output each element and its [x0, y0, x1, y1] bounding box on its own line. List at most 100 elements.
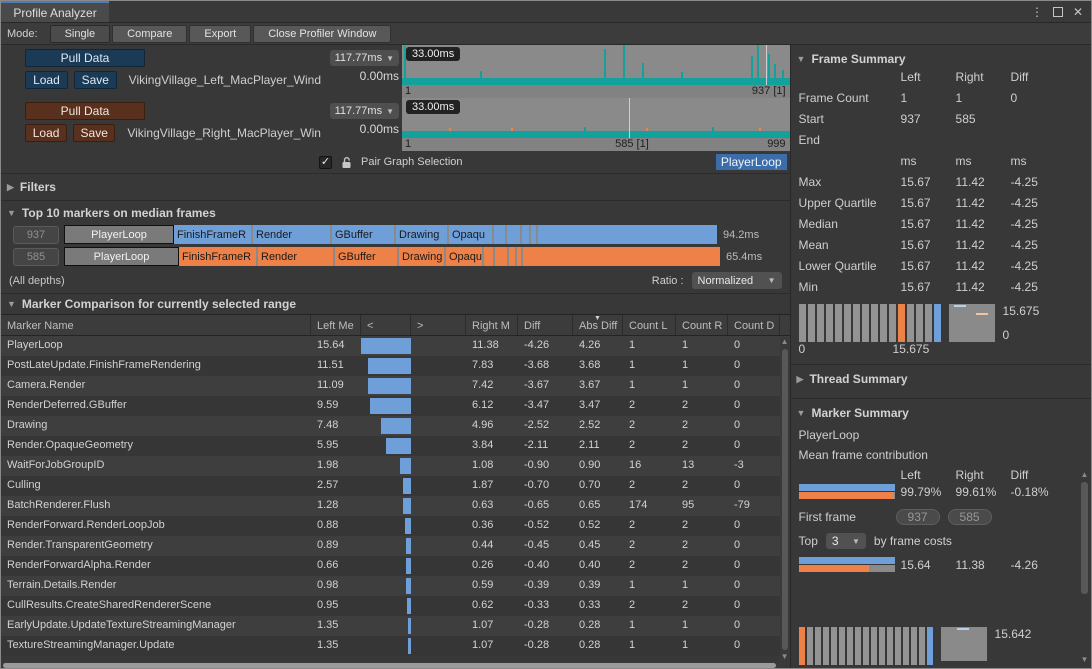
- load-button-right[interactable]: Load: [25, 124, 67, 142]
- table-row[interactable]: WaitForJobGroupID1.981.08-0.900.901613-3: [1, 456, 790, 476]
- column-header-count-r[interactable]: Count R: [676, 315, 728, 335]
- marker-segment[interactable]: [523, 247, 720, 266]
- scrollbar-thumb[interactable]: [3, 663, 776, 668]
- table-row[interactable]: BatchRenderer.Flush1.280.63-0.650.651749…: [1, 496, 790, 516]
- marker-segment[interactable]: [494, 225, 507, 244]
- frame-histogram[interactable]: [799, 304, 941, 342]
- comparison-section-header[interactable]: ▼ Marker Comparison for currently select…: [1, 293, 790, 314]
- column-header-right-m[interactable]: Right M: [466, 315, 518, 335]
- scroll-up-icon[interactable]: ▲: [1081, 470, 1089, 480]
- mode-button-compare[interactable]: Compare: [112, 25, 187, 43]
- table-row[interactable]: Camera.Render11.097.42-3.673.67110: [1, 376, 790, 396]
- marker-segment[interactable]: [507, 225, 522, 244]
- pull-data-button-right[interactable]: Pull Data: [25, 102, 145, 120]
- marker-segment[interactable]: [509, 247, 517, 266]
- maximize-icon[interactable]: [1053, 7, 1063, 17]
- mode-button-single[interactable]: Single: [50, 25, 111, 43]
- first-frame-right-button[interactable]: 585: [948, 509, 992, 525]
- table-row[interactable]: Render.TransparentGeometry0.890.44-0.450…: [1, 536, 790, 556]
- marker-segment[interactable]: [495, 247, 509, 266]
- pull-data-button-left[interactable]: Pull Data: [25, 49, 145, 67]
- cell-gt: [411, 496, 466, 516]
- cell-count-right: 1: [676, 356, 728, 376]
- load-button-left[interactable]: Load: [25, 71, 68, 89]
- table-horizontal-scrollbar[interactable]: [1, 662, 790, 669]
- cell-right-mean: 0.63: [466, 496, 518, 516]
- ratio-dropdown[interactable]: Normalized▼: [692, 272, 782, 289]
- table-vertical-scrollbar[interactable]: ▲ ▼: [780, 337, 790, 662]
- table-row[interactable]: RenderForwardAlpha.Render0.660.26-0.400.…: [1, 556, 790, 576]
- marker-segment[interactable]: Drawing: [399, 247, 446, 266]
- marker-segment-playerloop[interactable]: PlayerLoop: [64, 225, 174, 244]
- histogram-bar: [871, 627, 877, 665]
- unlock-icon[interactable]: [340, 156, 353, 169]
- thread-summary-header[interactable]: ▶ Thread Summary: [791, 365, 1091, 390]
- marker-segment[interactable]: FinishFrameR: [174, 225, 253, 244]
- scrollbar-thumb[interactable]: [782, 349, 788, 650]
- marker-histogram[interactable]: [799, 627, 933, 665]
- frame-summary-header[interactable]: ▼ Frame Summary: [791, 45, 1091, 70]
- top10-section-header[interactable]: ▼ Top 10 markers on median frames: [1, 200, 790, 224]
- table-row[interactable]: CullResults.CreateSharedRendererScene0.9…: [1, 596, 790, 616]
- marker-segment[interactable]: FinishFrameR: [179, 247, 258, 266]
- right-panel-scrollbar[interactable]: ▲ ▼: [1079, 470, 1090, 665]
- table-row[interactable]: EarlyUpdate.UpdateTextureStreamingManage…: [1, 616, 790, 636]
- cell-gt: [411, 376, 466, 396]
- cell-diff: -0.52: [518, 516, 573, 536]
- column-header--[interactable]: <: [361, 315, 411, 335]
- cell-diff: -0.28: [518, 636, 573, 656]
- column-header--[interactable]: >: [411, 315, 466, 335]
- selected-marker-chip[interactable]: PlayerLoop: [716, 154, 787, 170]
- marker-segment[interactable]: Opaqu: [449, 225, 494, 244]
- close-icon[interactable]: ✕: [1073, 5, 1083, 19]
- marker-segment[interactable]: [531, 225, 538, 244]
- marker-segment[interactable]: [484, 247, 495, 266]
- column-header-left-me[interactable]: Left Me: [311, 315, 361, 335]
- table-row[interactable]: Terrain.Details.Render0.980.59-0.390.391…: [1, 576, 790, 596]
- marker-segment[interactable]: Render: [258, 247, 335, 266]
- mode-button-export[interactable]: Export: [189, 25, 251, 43]
- table-row[interactable]: RenderDeferred.GBuffer9.596.12-3.473.472…: [1, 396, 790, 416]
- column-header-marker-name[interactable]: Marker Name: [1, 315, 311, 335]
- marker-segment[interactable]: Opaqu: [446, 247, 484, 266]
- top-n-dropdown[interactable]: 3▼: [826, 533, 866, 549]
- table-row[interactable]: Render.OpaqueGeometry5.953.84-2.112.1122…: [1, 436, 790, 456]
- save-button-left[interactable]: Save: [74, 71, 117, 89]
- marker-segment[interactable]: Drawing: [396, 225, 449, 244]
- column-header-abs-diff[interactable]: Abs Diff▼: [573, 315, 623, 335]
- marker-segment[interactable]: [538, 225, 717, 244]
- frame-graph-right[interactable]: 33.00ms 1 585 [1] 999: [402, 98, 790, 151]
- frame-number-button[interactable]: 585: [13, 248, 59, 266]
- table-row[interactable]: PlayerLoop15.6411.38-4.264.26110: [1, 336, 790, 356]
- table-row[interactable]: Culling2.571.87-0.700.70220: [1, 476, 790, 496]
- marker-segment[interactable]: GBuffer: [335, 247, 399, 266]
- scale-dropdown-left[interactable]: 117.77ms▼: [330, 50, 399, 66]
- first-frame-left-button[interactable]: 937: [896, 509, 940, 525]
- scroll-up-icon[interactable]: ▲: [781, 337, 789, 347]
- scrollbar-thumb[interactable]: [1081, 482, 1088, 594]
- column-header-count-d[interactable]: Count D: [728, 315, 780, 335]
- scroll-down-icon[interactable]: ▼: [781, 652, 789, 662]
- scale-dropdown-right[interactable]: 117.77ms▼: [330, 103, 399, 119]
- tab-profile-analyzer[interactable]: Profile Analyzer: [1, 1, 109, 22]
- marker-segment-playerloop[interactable]: PlayerLoop: [64, 247, 179, 266]
- frame-graph-left[interactable]: 33.00ms 1 937 [1]: [402, 45, 790, 98]
- frame-number-button[interactable]: 937: [13, 226, 59, 244]
- marker-summary-header[interactable]: ▼ Marker Summary: [791, 399, 1091, 424]
- table-row[interactable]: PostLateUpdate.FinishFrameRendering11.51…: [1, 356, 790, 376]
- marker-segment[interactable]: Render: [253, 225, 332, 244]
- table-row[interactable]: RenderForward.RenderLoopJob0.880.36-0.52…: [1, 516, 790, 536]
- pair-graph-checkbox[interactable]: ✓: [319, 156, 332, 169]
- save-button-right[interactable]: Save: [73, 124, 115, 142]
- column-header-count-l[interactable]: Count L: [623, 315, 676, 335]
- table-row[interactable]: Drawing7.484.96-2.522.52220: [1, 416, 790, 436]
- scroll-down-icon[interactable]: ▼: [1081, 655, 1089, 665]
- graph-spike: [751, 56, 753, 78]
- marker-segment[interactable]: GBuffer: [332, 225, 396, 244]
- marker-segment[interactable]: [522, 225, 531, 244]
- column-header-diff[interactable]: Diff: [518, 315, 573, 335]
- mode-button-close-profiler[interactable]: Close Profiler Window: [253, 25, 391, 43]
- filters-section-header[interactable]: ▶ Filters: [1, 173, 790, 200]
- kebab-menu-icon[interactable]: ⋮: [1031, 5, 1043, 19]
- table-row[interactable]: TextureStreamingManager.Update1.351.07-0…: [1, 636, 790, 656]
